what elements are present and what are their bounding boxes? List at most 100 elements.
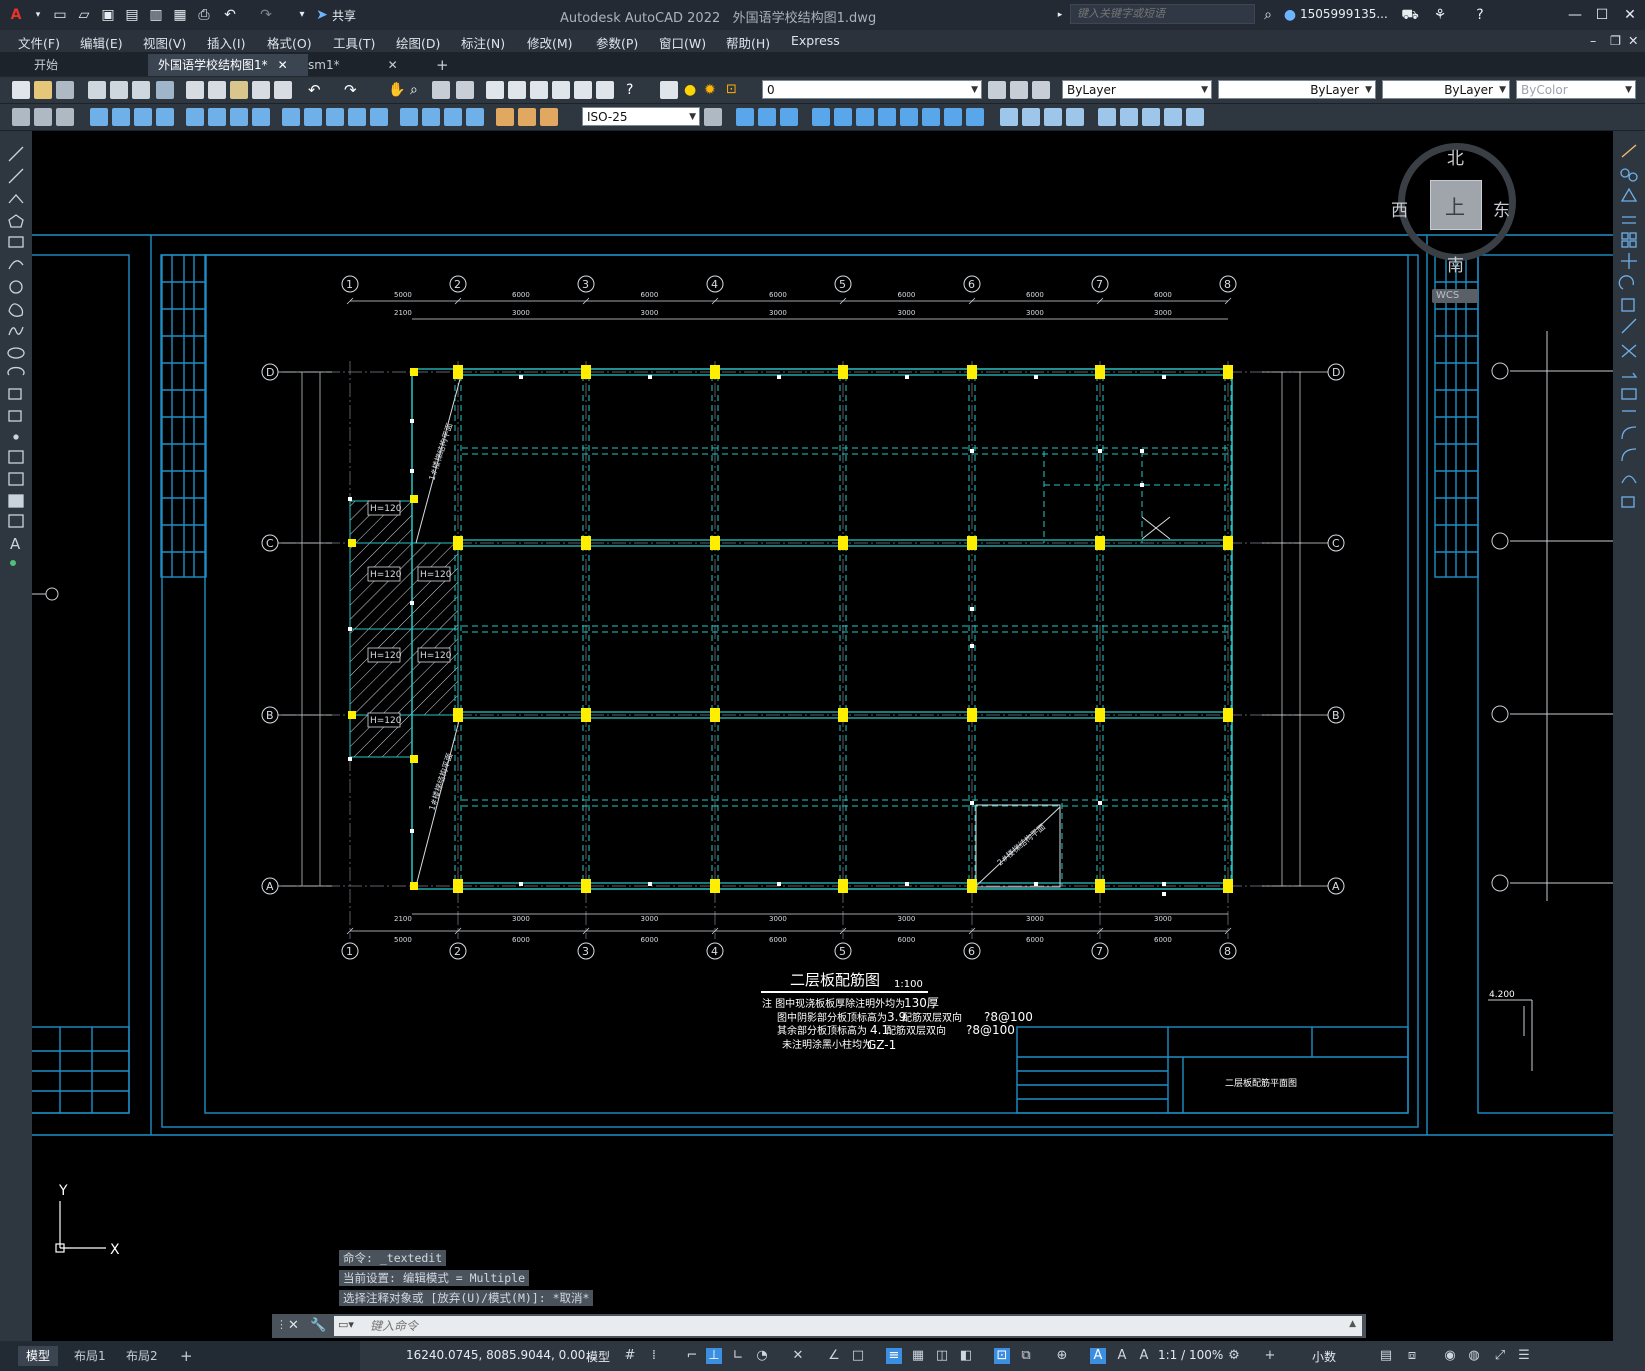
fillet-icon[interactable]: [1000, 108, 1018, 126]
zoom-previous-icon[interactable]: [456, 81, 474, 99]
polar-icon[interactable]: ◔: [754, 1348, 770, 1364]
attdef-icon[interactable]: [1142, 108, 1160, 126]
grip-icon[interactable]: ⋮: [276, 1318, 287, 1331]
tab-active-drawing[interactable]: 外国语学校结构图1* ✕: [148, 54, 308, 76]
save-as-icon[interactable]: ▤: [122, 5, 142, 25]
dim-style-icon[interactable]: [704, 108, 722, 126]
otrack-icon[interactable]: ∠: [826, 1348, 842, 1364]
clean-screen-icon[interactable]: ⤢: [1492, 1348, 1508, 1364]
break-icon[interactable]: [966, 108, 984, 126]
arc-length-icon[interactable]: [134, 108, 152, 126]
linetype-dropdown[interactable]: ByLayer ▼: [1218, 80, 1376, 99]
help-icon[interactable]: ?: [626, 81, 644, 99]
search-input[interactable]: [1070, 4, 1255, 24]
dim-update-icon[interactable]: [540, 108, 558, 126]
linear-dim-icon[interactable]: [90, 108, 108, 126]
dynamic-ucs-icon[interactable]: ⊡: [994, 1348, 1010, 1364]
menu-help[interactable]: 帮助(H): [726, 33, 770, 52]
radius-dim-icon[interactable]: [186, 108, 204, 126]
toolbar-icon-3[interactable]: [56, 108, 74, 126]
dynamic-input-icon[interactable]: ⊥: [706, 1348, 722, 1364]
menu-edit[interactable]: 编辑(E): [80, 33, 123, 52]
tab-layout1[interactable]: 布局1: [66, 1346, 114, 1366]
block-insert-icon[interactable]: [1098, 108, 1116, 126]
command-input[interactable]: [368, 1317, 1332, 1335]
ordinate-dim-icon[interactable]: [156, 108, 174, 126]
workspace-gear-icon[interactable]: ⚙: [1226, 1348, 1242, 1364]
cut-icon[interactable]: [186, 81, 204, 99]
qnew-icon[interactable]: [12, 81, 30, 99]
app-logo-icon[interactable]: A: [6, 5, 26, 25]
diameter-dim-icon[interactable]: [230, 108, 248, 126]
doc-minimize-icon[interactable]: –: [1590, 33, 1596, 48]
chevron-down-icon[interactable]: ▾: [28, 5, 48, 25]
tab-start[interactable]: 开始: [24, 54, 164, 76]
add-layout-icon[interactable]: +: [172, 1346, 201, 1366]
plot-icon[interactable]: [88, 81, 106, 99]
search-icon[interactable]: ⌕: [1258, 5, 1278, 25]
customize-icon[interactable]: ▾: [292, 5, 312, 25]
undo-icon[interactable]: ↶: [308, 81, 326, 99]
tab-sm1[interactable]: sm1* ✕: [298, 54, 428, 76]
customize-wrench-icon[interactable]: 🔧: [310, 1318, 326, 1333]
explode-icon[interactable]: [1044, 108, 1062, 126]
sheetset-icon[interactable]: [552, 81, 570, 99]
new-tab-icon[interactable]: +: [426, 54, 459, 76]
chevron-up-icon[interactable]: ▲: [1349, 1319, 1356, 1329]
scale-icon[interactable]: [856, 108, 874, 126]
block-editor-icon[interactable]: [274, 81, 292, 99]
menu-tools[interactable]: 工具(T): [333, 33, 375, 52]
trim-icon[interactable]: [922, 108, 940, 126]
grid-icon[interactable]: #: [622, 1348, 638, 1364]
viewcube-north[interactable]: 北: [1447, 144, 1464, 169]
wblock-icon[interactable]: [1164, 108, 1182, 126]
close-icon[interactable]: ✕: [1620, 5, 1640, 25]
viewcube-face[interactable]: 上: [1430, 180, 1482, 230]
array-icon[interactable]: [878, 108, 896, 126]
gizmo-icon[interactable]: ⊕: [1054, 1348, 1070, 1364]
center-mark-icon[interactable]: [422, 108, 440, 126]
menu-draw[interactable]: 绘图(D): [396, 33, 440, 52]
color-dropdown[interactable]: ByLayer ▼: [1062, 80, 1212, 99]
sun-icon[interactable]: ✹: [704, 81, 722, 99]
toolbar-icon-2[interactable]: [34, 108, 52, 126]
lock-ui-icon[interactable]: ⧈: [1404, 1348, 1420, 1364]
menu-window[interactable]: 窗口(W): [659, 33, 706, 52]
calculator-icon[interactable]: [596, 81, 614, 99]
share-icon[interactable]: ➤: [312, 5, 332, 25]
dim-edit-icon[interactable]: [496, 108, 514, 126]
transparency-icon[interactable]: ▦: [910, 1348, 926, 1364]
lineweight-icon[interactable]: ≡: [886, 1348, 902, 1364]
draw-tool-icons[interactable]: A: [0, 139, 32, 589]
lineweight-dropdown[interactable]: ByLayer ▼: [1382, 80, 1510, 99]
annotation-monitor-icon[interactable]: +: [1262, 1348, 1278, 1364]
layer-state-icon[interactable]: [1032, 81, 1050, 99]
viewcube-south[interactable]: 南: [1447, 251, 1464, 276]
chamfer-icon[interactable]: [1022, 108, 1040, 126]
snap-icon[interactable]: ⁞: [646, 1348, 662, 1364]
open-file-icon[interactable]: ▱: [74, 5, 94, 25]
dim-text-edit-icon[interactable]: [518, 108, 536, 126]
model-space-toggle[interactable]: 模型: [586, 1348, 610, 1365]
extend-icon[interactable]: [944, 108, 962, 126]
close-icon[interactable]: ✕: [278, 58, 288, 72]
markup-icon[interactable]: [574, 81, 592, 99]
block-create-icon[interactable]: [1120, 108, 1138, 126]
stretch-icon[interactable]: [780, 108, 798, 126]
auto-scale-icon[interactable]: A: [1114, 1348, 1130, 1364]
isodraft-icon[interactable]: ✕: [790, 1348, 806, 1364]
minimize-icon[interactable]: —: [1565, 5, 1585, 25]
baseline-dim-icon[interactable]: [304, 108, 322, 126]
wcs-menu[interactable]: WCS: [1432, 289, 1478, 303]
menu-file[interactable]: 文件(F): [18, 33, 60, 52]
lock-icon[interactable]: ⊡: [726, 81, 744, 99]
selection-cycling-icon[interactable]: ◫: [934, 1348, 950, 1364]
jogged-linear-icon[interactable]: [466, 108, 484, 126]
xref-icon[interactable]: [1186, 108, 1204, 126]
menu-dimension[interactable]: 标注(N): [461, 33, 505, 52]
share-button[interactable]: 共享: [332, 7, 356, 24]
mirror-icon[interactable]: [834, 108, 852, 126]
undo-icon[interactable]: ↶: [220, 5, 240, 25]
user-name[interactable]: 1505999135...: [1300, 7, 1388, 21]
search-expand-icon[interactable]: ▸: [1050, 5, 1070, 25]
